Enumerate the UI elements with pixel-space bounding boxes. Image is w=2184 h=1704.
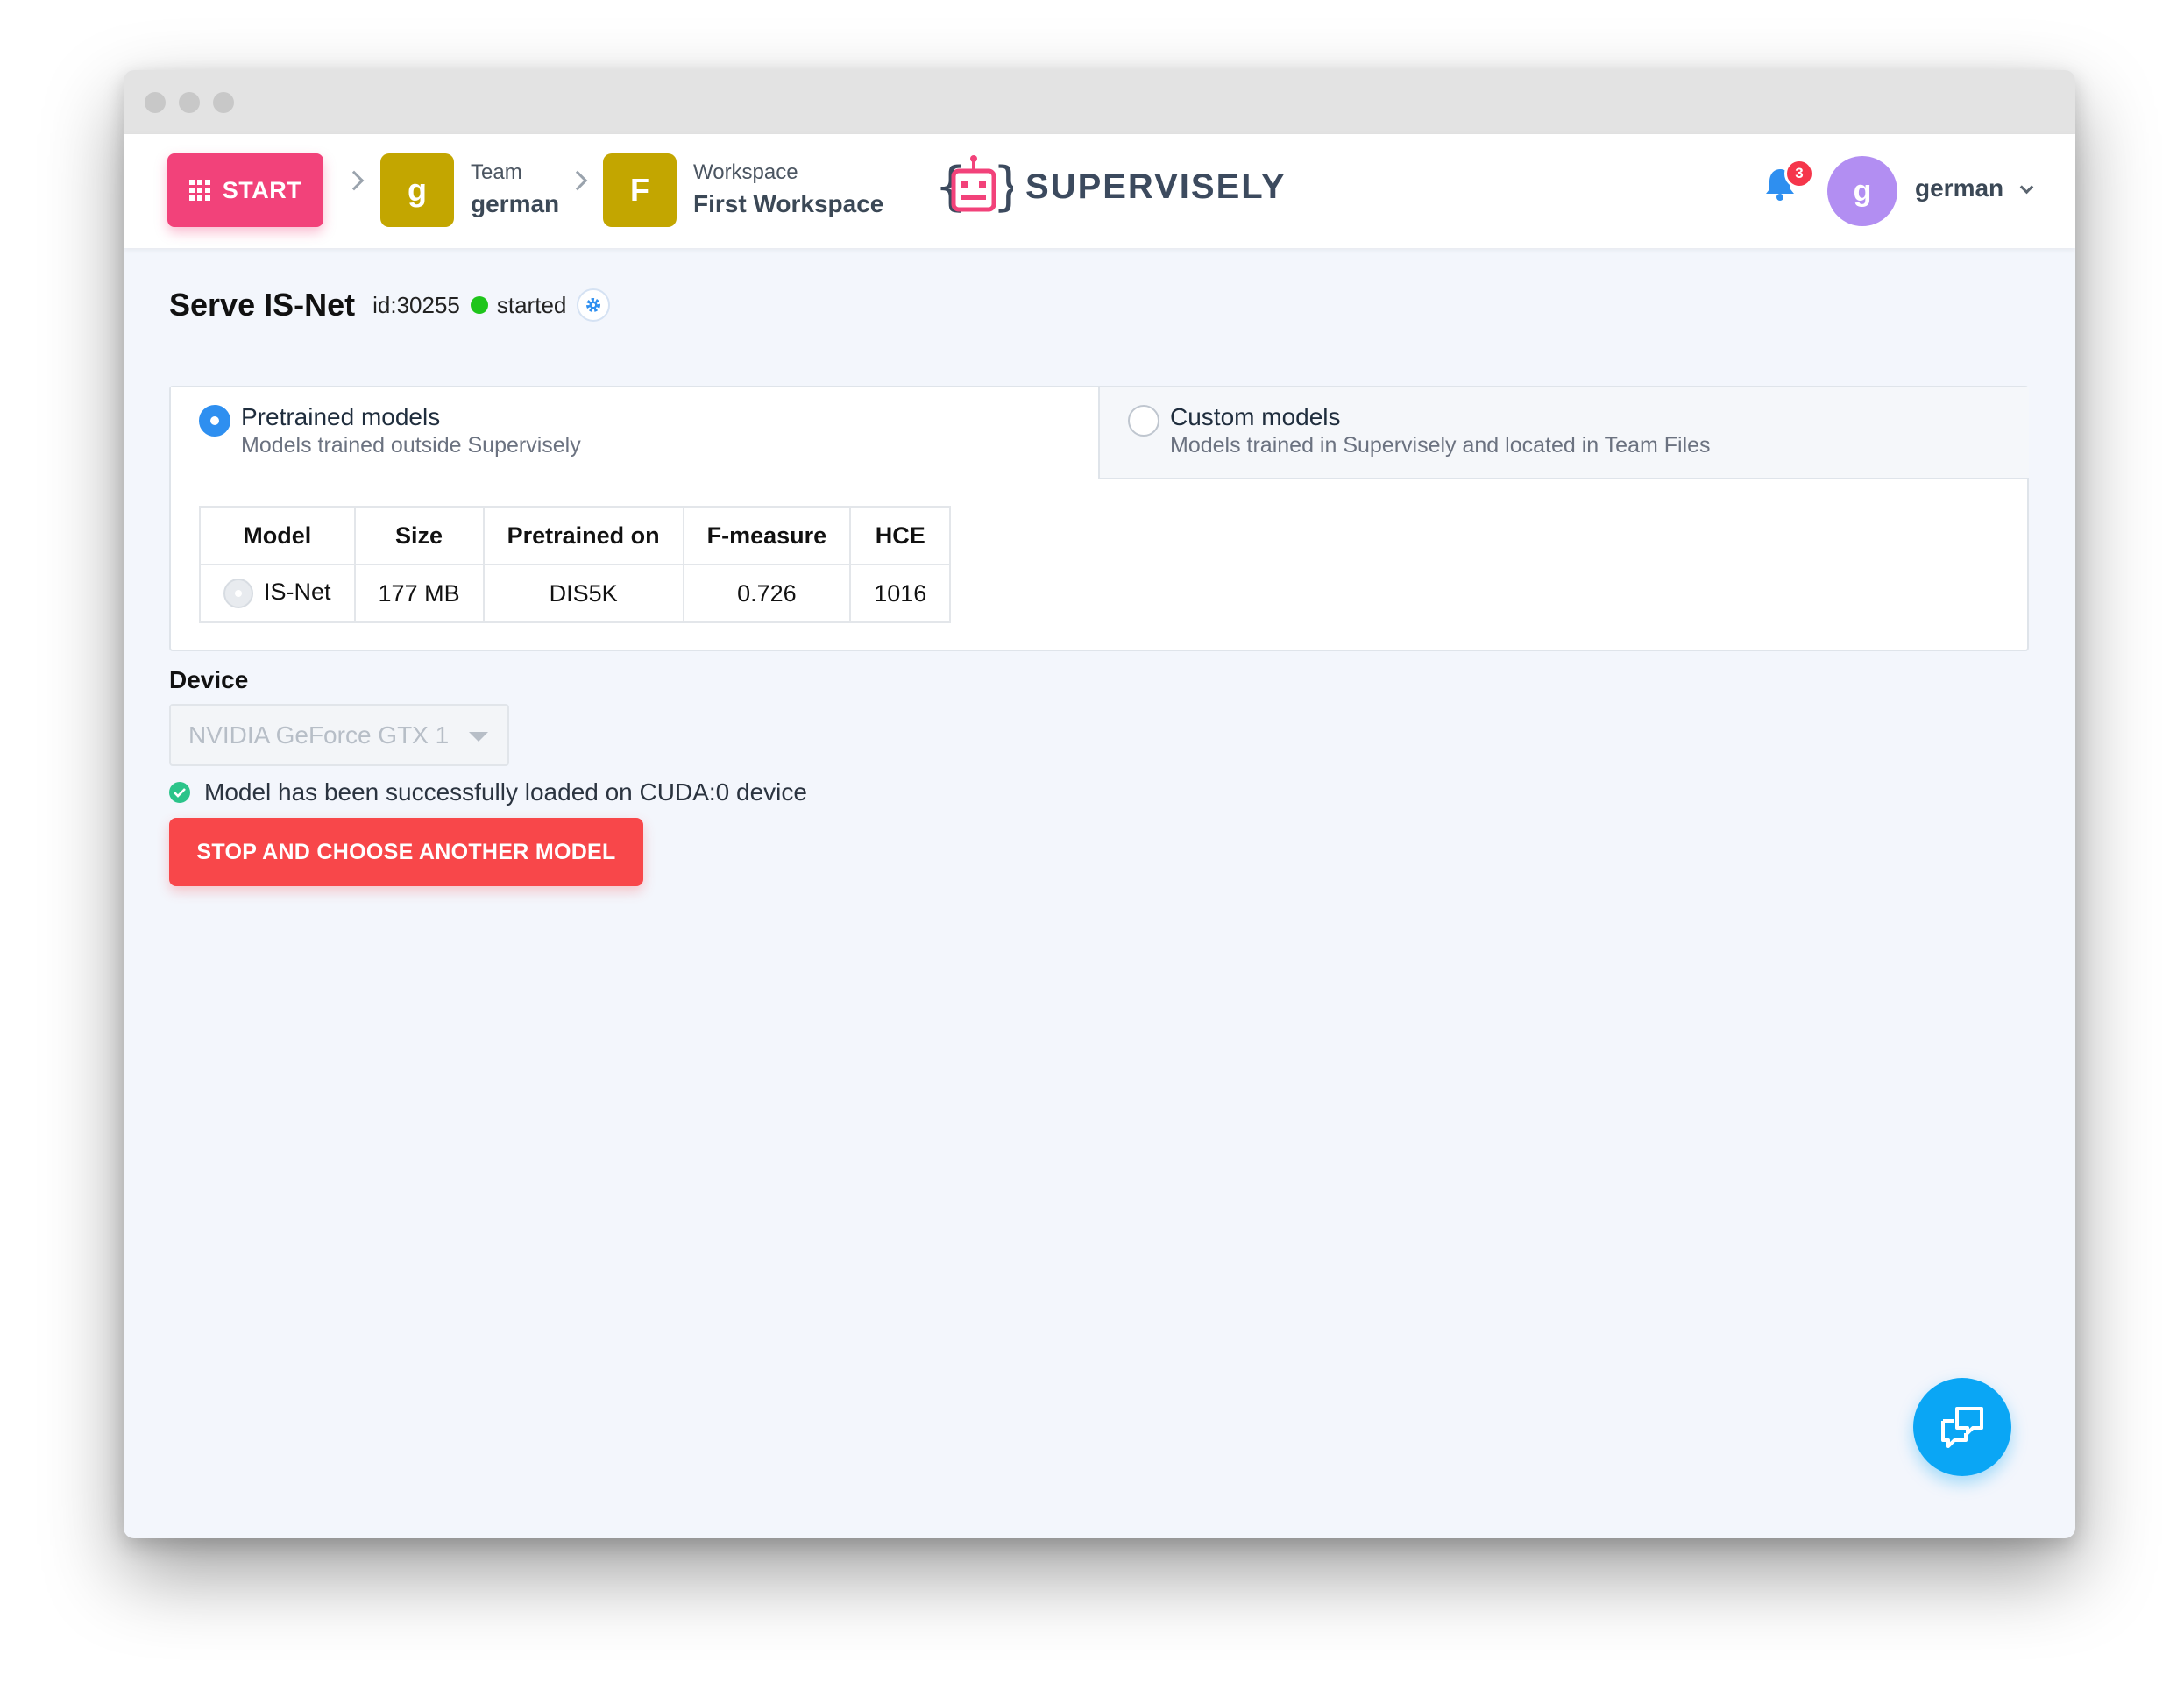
user-avatar-letter: g xyxy=(1853,174,1872,208)
caret-down-icon xyxy=(469,732,488,742)
workspace-name: First Workspace xyxy=(693,190,884,217)
column-header: Size xyxy=(353,506,485,565)
breadcrumb-team[interactable]: Team german xyxy=(471,160,559,218)
gear-icon xyxy=(586,298,601,312)
team-label: Team xyxy=(471,160,522,184)
device-selected-value: NVIDIA GeForce GTX 1 xyxy=(188,721,450,749)
tab-title: Custom models xyxy=(1170,403,1341,430)
status-message: Model has been successfully loaded on CU… xyxy=(204,778,807,806)
user-menu-name[interactable]: german xyxy=(1915,174,2003,202)
support-chat-button[interactable] xyxy=(1913,1378,2011,1476)
models-table: Model Size Pretrained on F-measure HCE I… xyxy=(199,506,952,623)
device-select[interactable]: NVIDIA GeForce GTX 1 xyxy=(169,704,509,766)
app-id: id:30255 xyxy=(372,291,460,318)
pretrained-radio[interactable] xyxy=(199,405,230,437)
supervisely-logo[interactable]: { } SUPERVISELY xyxy=(934,152,1287,222)
column-header: F-measure xyxy=(682,506,852,565)
logo-text: SUPERVISELY xyxy=(1025,167,1287,206)
robot-logo-icon: { } xyxy=(934,155,1013,217)
workspace-avatar-letter: F xyxy=(630,172,649,208)
status-message-row: Model has been successfully loaded on CU… xyxy=(169,778,807,806)
start-button-label: START xyxy=(222,176,302,203)
workspace-label: Workspace xyxy=(693,160,798,184)
page-title: Serve IS-Net xyxy=(169,287,356,323)
table-header-row: Model Size Pretrained on F-measure HCE xyxy=(199,506,952,565)
window-zoom-dot[interactable] xyxy=(213,92,234,113)
tab-pretrained-models[interactable]: Pretrained models Models trained outside… xyxy=(171,387,1098,479)
workspace-avatar[interactable]: F xyxy=(603,153,677,227)
chevron-right-icon xyxy=(344,170,365,191)
pretrained-on-cell: DIS5K xyxy=(482,564,684,623)
check-circle-icon xyxy=(169,782,190,803)
column-header: Model xyxy=(199,506,356,565)
tab-subtitle: Models trained outside Supervisely xyxy=(241,433,581,458)
size-cell: 177 MB xyxy=(353,564,485,623)
app-title-row: Serve IS-Net id:30255 started xyxy=(169,287,611,323)
stop-and-choose-another-model-button[interactable]: STOP AND CHOOSE ANOTHER MODEL xyxy=(169,818,643,886)
chat-icon xyxy=(1941,1407,1983,1448)
grid-icon xyxy=(188,180,210,201)
team-name: german xyxy=(471,190,560,217)
model-cell[interactable]: IS-Net xyxy=(199,564,356,623)
team-avatar-letter: g xyxy=(408,172,427,208)
tab-title: Pretrained models xyxy=(241,403,441,430)
settings-button[interactable] xyxy=(577,288,611,322)
column-header: Pretrained on xyxy=(482,506,684,565)
window-close-dot[interactable] xyxy=(145,92,166,113)
user-avatar[interactable]: g xyxy=(1827,156,1897,226)
window-titlebar xyxy=(124,70,2075,134)
column-header: HCE xyxy=(849,506,952,565)
f-measure-cell: 0.726 xyxy=(682,564,852,623)
chevron-down-icon[interactable] xyxy=(2019,180,2034,195)
top-header: START g Team german F Workspace First Wo… xyxy=(124,134,2075,248)
breadcrumb-workspace[interactable]: Workspace First Workspace xyxy=(693,160,883,218)
model-name: IS-Net xyxy=(264,579,331,606)
tab-subtitle: Models trained in Supervisely and locate… xyxy=(1170,433,1711,458)
notification-badge: 3 xyxy=(1784,159,1814,188)
status-dot xyxy=(470,296,488,314)
device-label: Device xyxy=(169,666,249,693)
model-source-panel: Pretrained models Models trained outside… xyxy=(169,386,2029,651)
browser-window: START g Team german F Workspace First Wo… xyxy=(124,70,2075,1538)
team-avatar[interactable]: g xyxy=(380,153,454,227)
hce-cell: 1016 xyxy=(849,564,952,623)
tab-custom-models[interactable]: Custom models Models trained in Supervis… xyxy=(1098,387,2029,479)
status-text: started xyxy=(496,291,567,318)
custom-radio[interactable] xyxy=(1128,405,1159,437)
start-button[interactable]: START xyxy=(167,153,323,227)
model-row-radio[interactable] xyxy=(223,579,253,608)
table-row[interactable]: IS-Net 177 MB DIS5K 0.726 1016 xyxy=(199,564,952,623)
window-minimize-dot[interactable] xyxy=(179,92,200,113)
chevron-right-icon xyxy=(567,170,588,191)
